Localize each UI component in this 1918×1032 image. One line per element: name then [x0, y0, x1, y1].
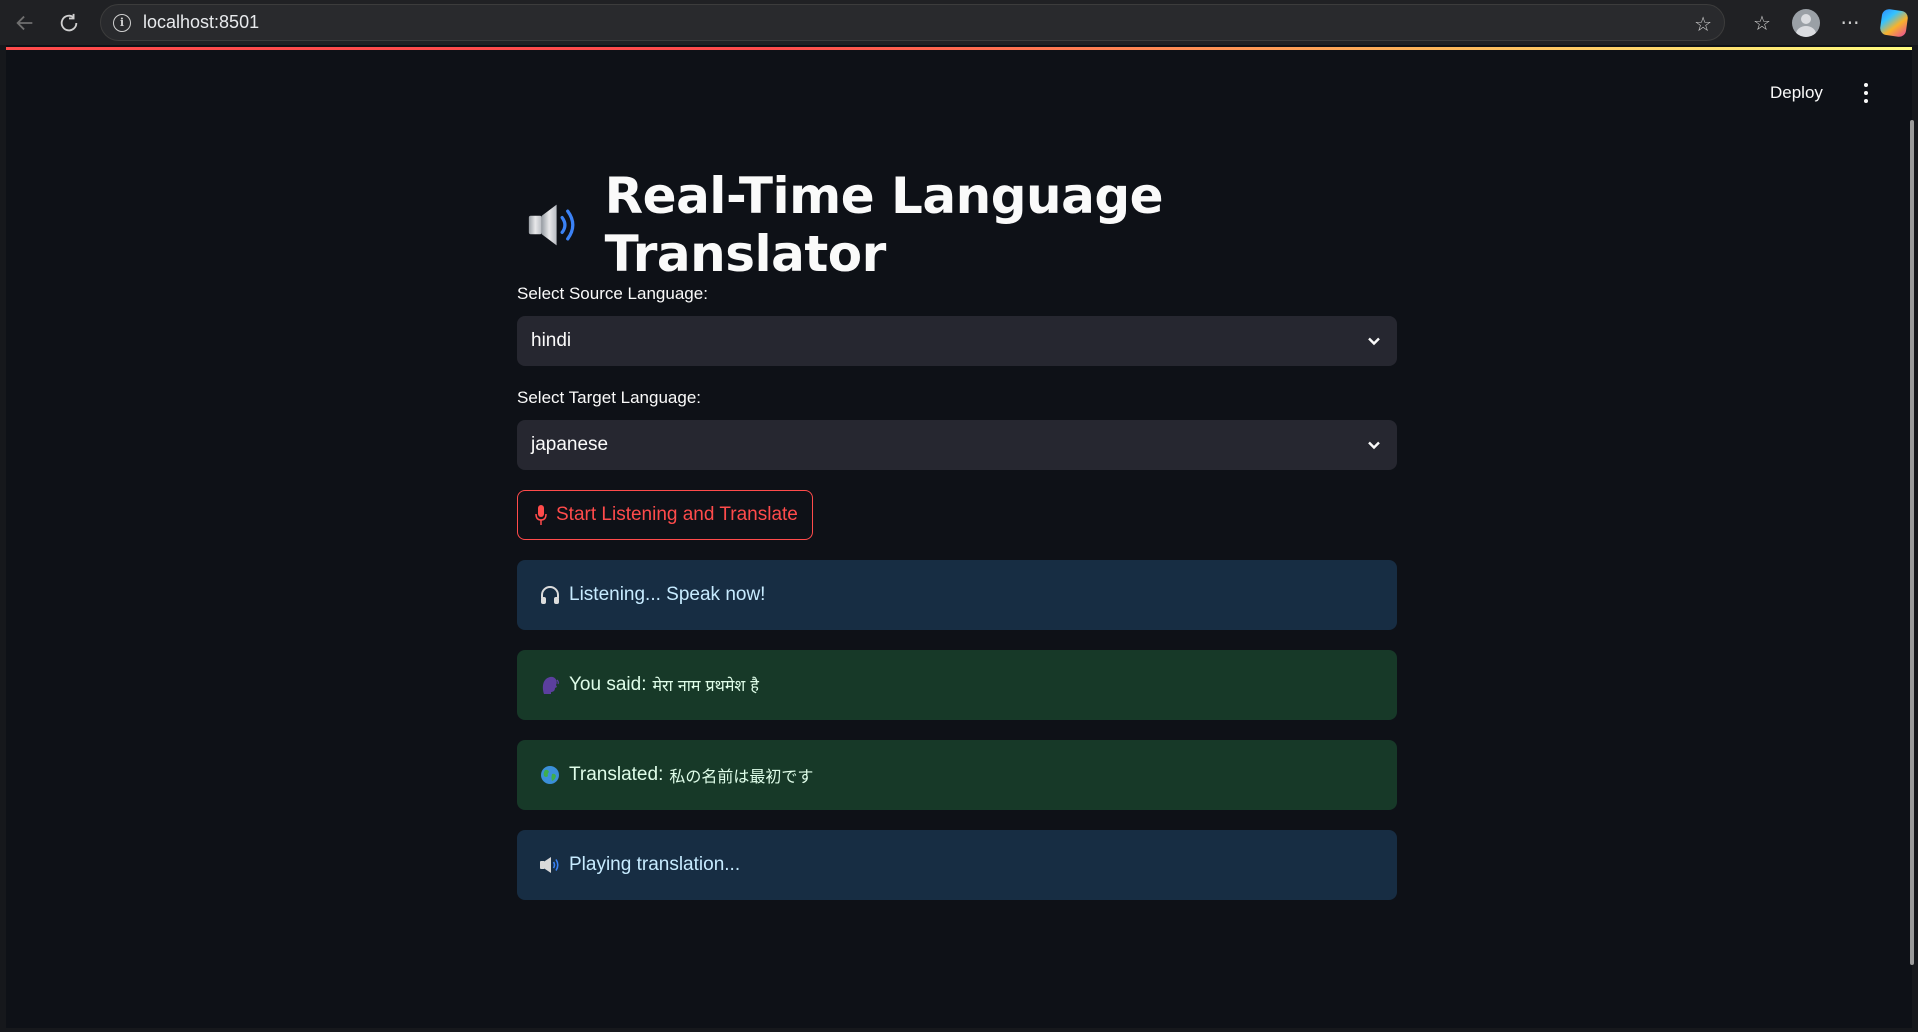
page-title: Real-Time Language Translator	[527, 167, 1397, 283]
you-said-label: You said:	[569, 674, 647, 695]
source-language-select[interactable]: hindi	[517, 316, 1397, 366]
source-language-value: hindi	[531, 330, 572, 351]
globe-icon	[541, 766, 559, 784]
more-icon[interactable]: ···	[1828, 5, 1872, 41]
playing-text: Playing translation...	[569, 854, 741, 875]
back-icon[interactable]	[6, 4, 44, 42]
site-info-icon[interactable]: i	[113, 13, 131, 32]
refresh-icon[interactable]	[50, 4, 88, 42]
speaker-icon	[540, 857, 559, 873]
target-language-label: Select Target Language:	[517, 388, 701, 407]
copilot-icon[interactable]	[1872, 5, 1916, 41]
playing-alert: Playing translation...	[517, 830, 1397, 900]
app-header-toolbar: Deploy	[1760, 77, 1881, 109]
avatar	[1792, 8, 1820, 37]
address-bar[interactable]: i localhost:8501 ☆	[100, 4, 1725, 41]
chevron-down-icon	[1368, 337, 1380, 346]
header-decoration-bar	[6, 47, 1912, 50]
title-text: Real-Time Language Translator	[604, 167, 1164, 283]
speaking-head-icon	[542, 676, 559, 694]
chevron-down-icon	[1368, 441, 1380, 450]
speaker-icon	[528, 204, 575, 246]
browser-right-icons: ☆ ···	[1740, 0, 1916, 45]
translated-alert: Translated: 私の名前は最初です	[517, 740, 1397, 810]
headphones-icon	[541, 586, 559, 604]
you-said-value: मेरा नाम प्रथमेश है	[652, 676, 759, 695]
source-language-label: Select Source Language:	[517, 284, 708, 303]
target-language-select[interactable]: japanese	[517, 420, 1397, 470]
start-listening-button[interactable]: Start Listening and Translate	[517, 490, 813, 540]
url-text: localhost:8501	[143, 12, 260, 32]
main-content: Real-Time Language Translator Select Sou…	[517, 167, 1397, 900]
you-said-alert: You said: मेरा नाम प्रथमेश है	[517, 650, 1397, 720]
translated-value: 私の名前は最初です	[669, 767, 814, 786]
deploy-button[interactable]: Deploy	[1760, 77, 1833, 109]
microphone-icon	[535, 505, 547, 525]
translated-label: Translated:	[569, 764, 664, 785]
listening-text: Listening... Speak now!	[569, 584, 766, 605]
favorites-icon[interactable]: ☆	[1740, 5, 1784, 41]
favorite-star-icon[interactable]: ☆	[1694, 12, 1712, 36]
start-button-label: Start Listening and Translate	[556, 504, 798, 525]
scrollbar[interactable]	[1910, 120, 1914, 965]
vertical-dots-icon[interactable]	[1851, 78, 1881, 108]
copilot-logo	[1879, 7, 1909, 38]
listening-alert: Listening... Speak now!	[517, 560, 1397, 630]
browser-toolbar: i localhost:8501 ☆ ☆ ···	[0, 0, 1918, 45]
profile-icon[interactable]	[1784, 5, 1828, 41]
target-language-value: japanese	[531, 434, 609, 455]
